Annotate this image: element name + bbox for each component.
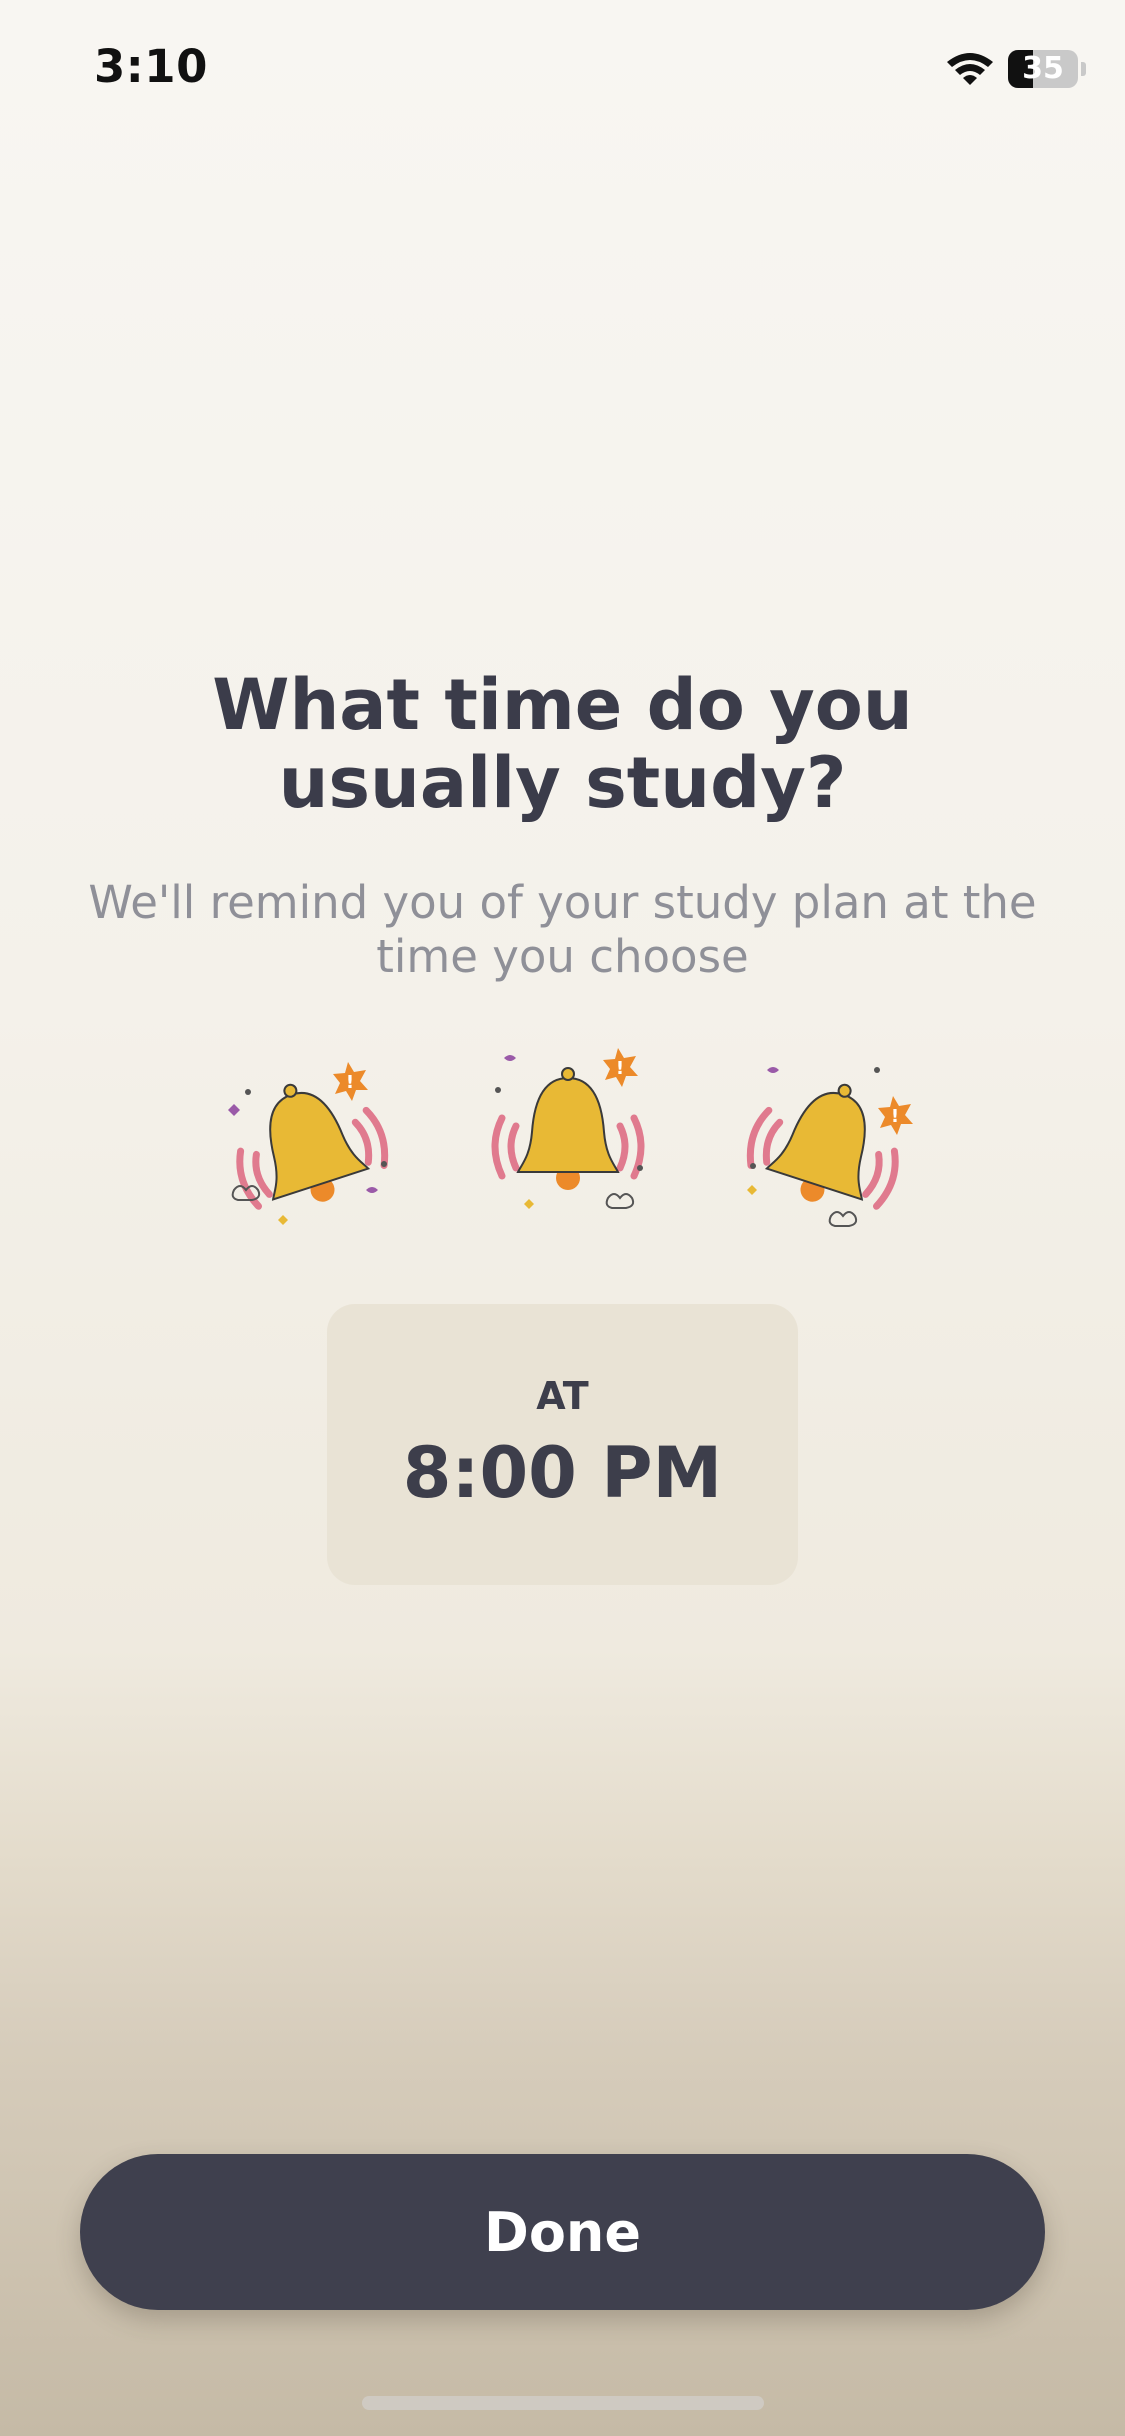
home-indicator[interactable] <box>362 2396 764 2410</box>
svg-text:!: ! <box>616 1058 624 1079</box>
reminder-time-picker[interactable]: AT 8:00 PM <box>327 1304 798 1585</box>
page-title: What time do you usually study? <box>212 664 913 824</box>
battery-body: 35 <box>1008 50 1078 88</box>
battery-icon: 35 <box>1008 50 1086 88</box>
status-time: 3:10 <box>94 40 208 93</box>
time-prefix-label: AT <box>536 1374 589 1418</box>
status-bar: 3:10 35 <box>0 0 1125 140</box>
battery-level: 35 <box>1022 51 1064 86</box>
bell-icon: ! <box>491 1048 645 1209</box>
bell-icon: ! <box>746 1067 913 1227</box>
page-subtitle: We'll remind you of your study plan at t… <box>88 876 1037 983</box>
reminder-time-value: 8:00 PM <box>402 1432 723 1514</box>
svg-text:!: ! <box>346 1072 354 1093</box>
wifi-icon <box>947 53 993 85</box>
battery-cap <box>1081 62 1086 76</box>
svg-text:!: ! <box>891 1106 899 1127</box>
done-button[interactable]: Done <box>80 2154 1045 2310</box>
bell-icon: ! <box>228 1062 389 1225</box>
